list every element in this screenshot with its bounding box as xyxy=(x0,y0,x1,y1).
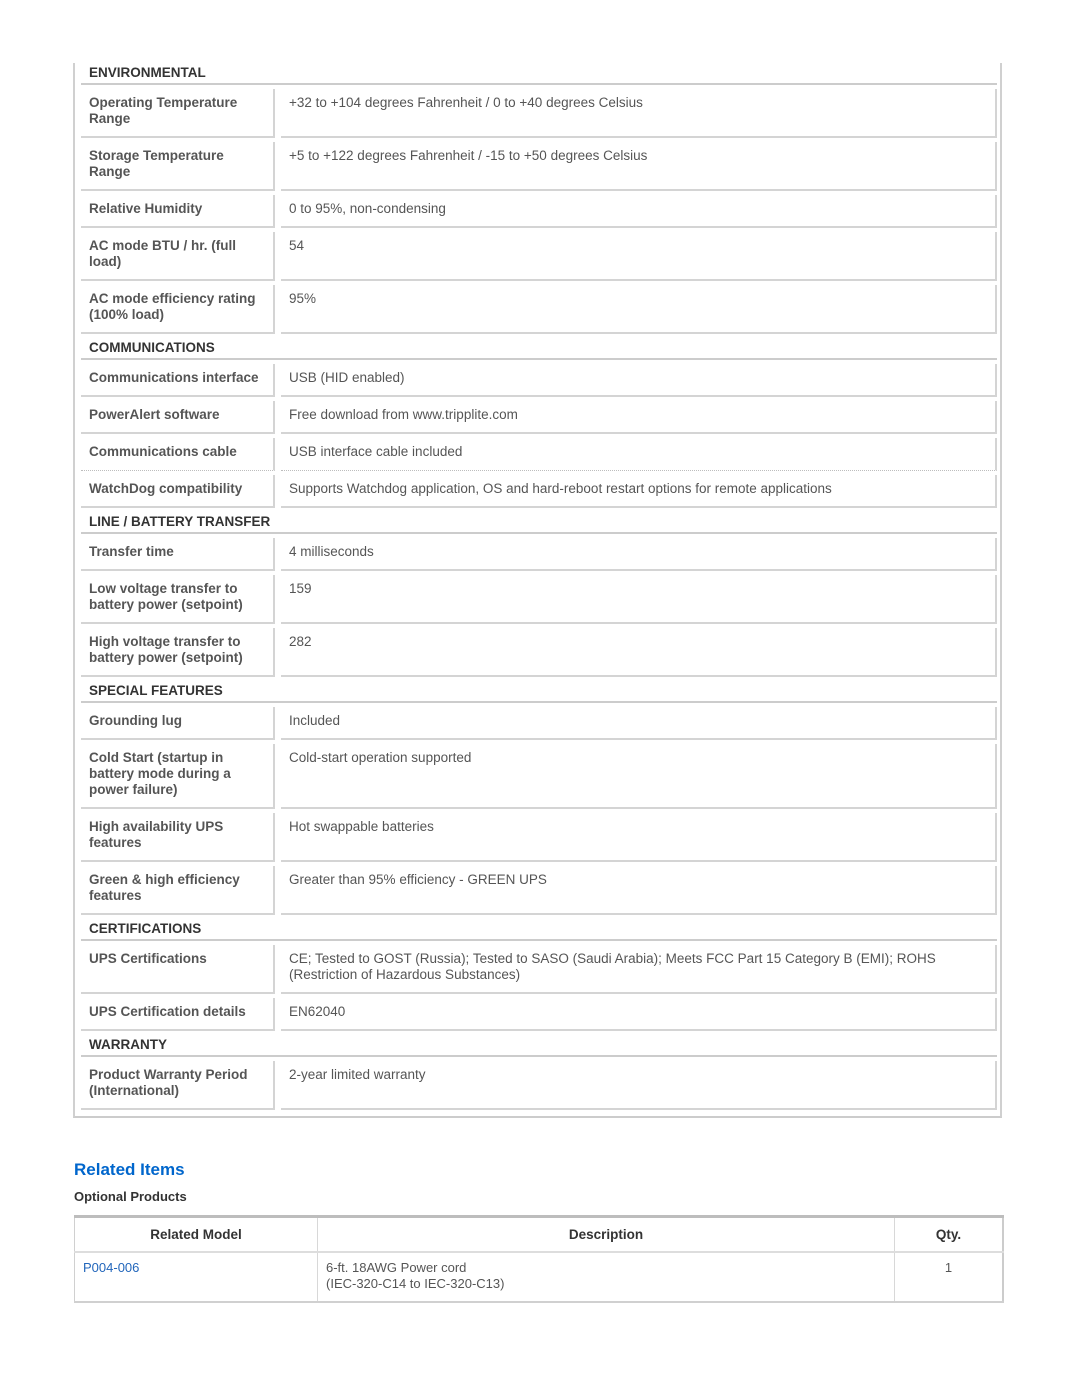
spec-label: Communications interface xyxy=(81,364,275,397)
spec-value: +5 to +122 degrees Fahrenheit / -15 to +… xyxy=(281,142,997,191)
section-header-communications: COMMUNICATIONS xyxy=(81,338,997,360)
spec-value: 54 xyxy=(281,232,997,281)
section-header-special-features: SPECIAL FEATURES xyxy=(81,681,997,703)
spec-label: WatchDog compatibility xyxy=(81,475,275,508)
spec-label: Communications cable xyxy=(81,438,275,471)
spec-value: Supports Watchdog application, OS and ha… xyxy=(281,475,997,508)
spec-value: CE; Tested to GOST (Russia); Tested to S… xyxy=(281,945,997,994)
column-header-description: Description xyxy=(317,1216,895,1253)
section-title: WARRANTY xyxy=(89,1037,167,1052)
spec-label: Grounding lug xyxy=(81,707,275,740)
section-header-environmental: ENVIRONMENTAL xyxy=(81,63,997,85)
spec-label: Green & high efficiency features xyxy=(81,866,275,915)
description-cell: 6-ft. 18AWG Power cord (IEC-320-C14 to I… xyxy=(317,1252,895,1302)
spec-row: Transfer time 4 milliseconds xyxy=(81,538,997,571)
description-line-2: (IEC-320-C14 to IEC-320-C13) xyxy=(326,1276,505,1291)
spec-label: Product Warranty Period (International) xyxy=(81,1061,275,1110)
spec-value: Greater than 95% efficiency - GREEN UPS xyxy=(281,866,997,915)
spec-value: Hot swappable batteries xyxy=(281,813,997,862)
spec-row: UPS Certifications CE; Tested to GOST (R… xyxy=(81,945,997,994)
section-header-line-battery-transfer: LINE / BATTERY TRANSFER xyxy=(81,512,997,534)
spec-value: 0 to 95%, non-condensing xyxy=(281,195,997,228)
section-header-warranty: WARRANTY xyxy=(81,1035,997,1057)
spec-label: Low voltage transfer to battery power (s… xyxy=(81,575,275,624)
spec-value: 4 milliseconds xyxy=(281,538,997,571)
spec-row: WatchDog compatibility Supports Watchdog… xyxy=(81,475,997,508)
spec-value: Included xyxy=(281,707,997,740)
spec-value: Cold-start operation supported xyxy=(281,744,997,809)
spec-row: AC mode BTU / hr. (full load) 54 xyxy=(81,232,997,281)
spec-label: High availability UPS features xyxy=(81,813,275,862)
section-title: COMMUNICATIONS xyxy=(89,340,215,355)
spec-value: USB (HID enabled) xyxy=(281,364,997,397)
spec-row: Grounding lug Included xyxy=(81,707,997,740)
spec-row: Product Warranty Period (International) … xyxy=(81,1061,997,1110)
spec-row: Low voltage transfer to battery power (s… xyxy=(81,575,997,624)
spec-row: PowerAlert software Free download from w… xyxy=(81,401,997,434)
spec-label: UPS Certification details xyxy=(81,998,275,1031)
spec-label: Operating Temperature Range xyxy=(81,89,275,138)
table-row: P004-006 6-ft. 18AWG Power cord (IEC-320… xyxy=(74,1252,1004,1302)
spec-value: EN62040 xyxy=(281,998,997,1031)
spec-label: AC mode BTU / hr. (full load) xyxy=(81,232,275,281)
spec-value: 159 xyxy=(281,575,997,624)
qty-cell: 1 xyxy=(944,1260,953,1275)
spec-label: UPS Certifications xyxy=(81,945,275,994)
spec-value: Free download from www.tripplite.com xyxy=(281,401,997,434)
section-title: LINE / BATTERY TRANSFER xyxy=(89,514,271,529)
column-header-qty: Qty. xyxy=(894,1216,1003,1253)
optional-products-subheading: Optional Products xyxy=(74,1189,187,1204)
spec-label: Relative Humidity xyxy=(81,195,275,228)
spec-value: 95% xyxy=(281,285,997,334)
spec-row: Green & high efficiency features Greater… xyxy=(81,866,997,915)
spec-row: Cold Start (startup in battery mode duri… xyxy=(81,744,997,809)
section-title: SPECIAL FEATURES xyxy=(89,683,223,698)
spec-value: +32 to +104 degrees Fahrenheit / 0 to +4… xyxy=(281,89,997,138)
section-header-certifications: CERTIFICATIONS xyxy=(81,919,997,941)
spec-row: UPS Certification details EN62040 xyxy=(81,998,997,1031)
spec-label: High voltage transfer to battery power (… xyxy=(81,628,275,677)
spec-row: Communications interface USB (HID enable… xyxy=(81,364,997,397)
spec-label: Transfer time xyxy=(81,538,275,571)
spec-value: 282 xyxy=(281,628,997,677)
spec-row: Storage Temperature Range +5 to +122 deg… xyxy=(81,142,997,191)
spec-label: Cold Start (startup in battery mode duri… xyxy=(81,744,275,809)
spec-row: Operating Temperature Range +32 to +104 … xyxy=(81,89,997,138)
spec-value: 2-year limited warranty xyxy=(281,1061,997,1110)
column-header-related-model: Related Model xyxy=(74,1216,318,1253)
table-header-row: Related Model Description Qty. xyxy=(74,1216,1003,1253)
related-items-heading: Related Items xyxy=(74,1160,185,1179)
spec-row: AC mode efficiency rating (100% load) 95… xyxy=(81,285,997,334)
spec-row: High voltage transfer to battery power (… xyxy=(81,628,997,677)
spec-row: High availability UPS features Hot swapp… xyxy=(81,813,997,862)
spec-value: USB interface cable included xyxy=(281,438,997,471)
related-model-link[interactable]: P004-006 xyxy=(83,1260,139,1275)
spec-row: Relative Humidity 0 to 95%, non-condensi… xyxy=(81,195,997,228)
section-title: CERTIFICATIONS xyxy=(89,921,202,936)
specifications-table: ENVIRONMENTAL Operating Temperature Rang… xyxy=(73,63,1002,1118)
related-model-cell: P004-006 xyxy=(74,1252,318,1302)
section-title: ENVIRONMENTAL xyxy=(89,65,206,80)
spec-label: PowerAlert software xyxy=(81,401,275,434)
related-products-table: Related Model Description Qty. P004-006 … xyxy=(74,1215,1004,1303)
spec-label: AC mode efficiency rating (100% load) xyxy=(81,285,275,334)
spec-row: Communications cable USB interface cable… xyxy=(81,438,997,471)
description-line-1: 6-ft. 18AWG Power cord xyxy=(326,1260,467,1275)
spec-label: Storage Temperature Range xyxy=(81,142,275,191)
